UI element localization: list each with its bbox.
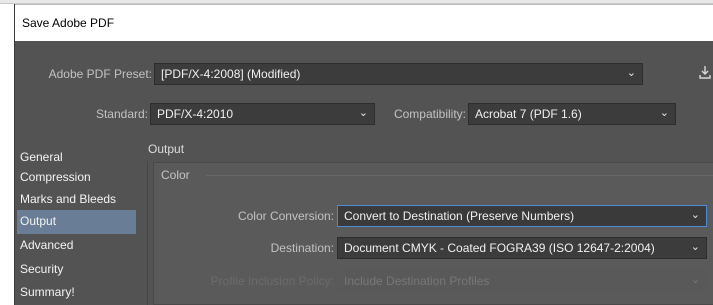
panel-title: Output (146, 140, 713, 161)
chevron-down-icon: ⌄ (690, 274, 700, 286)
destination-value: Document CMYK - Coated FOGRA39 (ISO 1264… (344, 241, 655, 255)
profile-inclusion-dropdown: Include Destination Profiles ⌄ (337, 270, 707, 292)
destination-dropdown[interactable]: Document CMYK - Coated FOGRA39 (ISO 1264… (337, 237, 707, 259)
group-divider (206, 175, 713, 176)
sidebar-item-label: Output (20, 214, 57, 228)
profile-inclusion-label: Profile Inclusion Policy: (210, 274, 334, 288)
standard-label: Standard: (95, 107, 148, 121)
color-conversion-dropdown[interactable]: Convert to Destination (Preserve Numbers… (337, 205, 707, 227)
chevron-down-icon: ⌄ (358, 107, 368, 119)
chevron-down-icon: ⌄ (626, 67, 636, 79)
sidebar-item-output[interactable]: Output (17, 210, 136, 234)
color-group-title: Color (161, 168, 190, 182)
sidebar-item-label: Marks and Bleeds (20, 192, 117, 206)
sidebar-item-marks-and-bleeds[interactable]: Marks and Bleeds (17, 188, 136, 212)
sidebar-item-label: Advanced (20, 238, 74, 252)
chevron-down-icon: ⌄ (690, 241, 700, 253)
compatibility-value: Acrobat 7 (PDF 1.6) (475, 107, 582, 121)
sidebar-item-label: Summary! (20, 285, 75, 299)
compatibility-dropdown[interactable]: Acrobat 7 (PDF 1.6) ⌄ (468, 103, 676, 125)
sidebar-item-label: General (20, 150, 63, 164)
destination-label: Destination: (270, 241, 334, 255)
preset-label: Adobe PDF Preset: (48, 67, 152, 81)
sidebar-item-label: Compression (20, 170, 91, 184)
save-preset-icon[interactable] (699, 65, 711, 79)
color-group: Color Color Conversion: Convert to Desti… (153, 162, 713, 305)
standard-dropdown[interactable]: PDF/X-4:2010 ⌄ (150, 103, 375, 125)
dialog-title: Save Adobe PDF (22, 16, 115, 30)
preset-value: [PDF/X-4:2008] (Modified) (161, 67, 301, 81)
sidebar-item-security[interactable]: Security (17, 258, 136, 282)
dialog-titlebar: Save Adobe PDF (15, 4, 713, 41)
category-sidebar: General Compression Marks and Bleeds Out… (17, 146, 148, 305)
standard-value: PDF/X-4:2010 (157, 107, 234, 121)
chevron-down-icon: ⌄ (659, 107, 669, 119)
color-conversion-value: Convert to Destination (Preserve Numbers… (344, 209, 575, 223)
sidebar-item-compression[interactable]: Compression (17, 166, 136, 190)
compatibility-label: Compatibility: (393, 107, 466, 121)
sidebar-item-summary[interactable]: Summary! (17, 281, 136, 305)
color-conversion-label: Color Conversion: (237, 209, 334, 223)
chevron-down-icon: ⌄ (690, 209, 700, 221)
profile-inclusion-value: Include Destination Profiles (344, 274, 490, 288)
save-adobe-pdf-dialog: Save Adobe PDF Adobe PDF Preset: [PDF/X-… (14, 4, 713, 305)
sidebar-item-label: Security (20, 262, 64, 276)
sidebar-item-advanced[interactable]: Advanced (17, 234, 136, 258)
preset-dropdown[interactable]: [PDF/X-4:2008] (Modified) ⌄ (154, 63, 643, 85)
